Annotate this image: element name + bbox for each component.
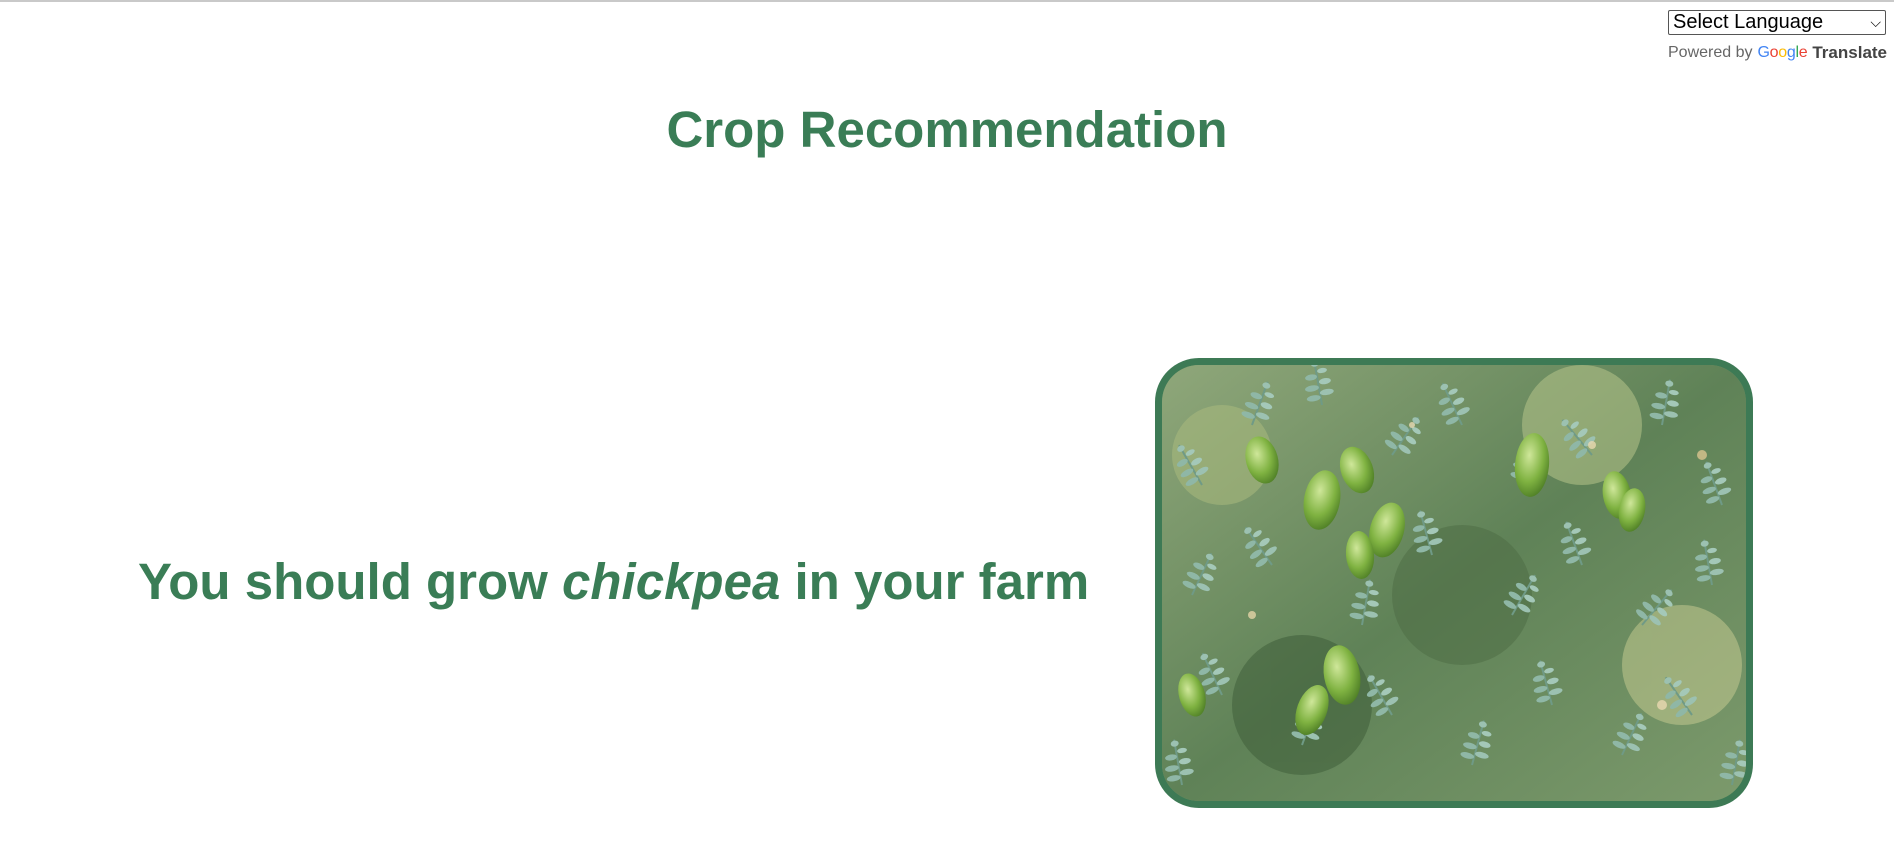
chevron-down-icon: ⌵ [1870, 14, 1881, 30]
powered-by-line: Powered by Google Translate [1668, 43, 1894, 63]
google-letter: G [1757, 44, 1770, 61]
recommended-crop: chickpea [562, 553, 781, 610]
translate-link[interactable]: Translate [1812, 43, 1887, 63]
google-logo: Google [1758, 44, 1808, 62]
recommendation-prefix: You should grow [138, 553, 548, 610]
recommendation-suffix: in your farm [794, 553, 1090, 610]
google-letter: o [1769, 44, 1779, 61]
chickpea-plant-image [1162, 365, 1746, 801]
crop-image [1155, 358, 1753, 808]
google-letter: o [1778, 44, 1787, 61]
language-select[interactable]: Select Language ⌵ [1668, 10, 1886, 35]
top-divider [0, 0, 1894, 2]
page-title: Crop Recommendation [666, 101, 1228, 158]
google-translate-widget: Select Language ⌵ Powered by Google Tran… [1668, 10, 1894, 63]
recommendation-text: You should grow chickpea in your farm [138, 552, 1089, 611]
language-select-value: Select Language [1673, 11, 1824, 33]
powered-by-text: Powered by [1668, 44, 1753, 61]
google-letter: e [1798, 44, 1808, 61]
